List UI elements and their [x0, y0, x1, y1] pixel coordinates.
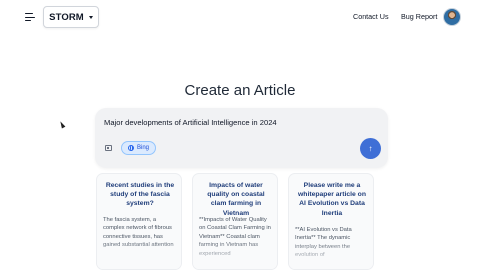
- search-source-label: Bing: [136, 145, 149, 151]
- arrow-up-icon: ↑: [368, 143, 373, 153]
- brand-dropdown[interactable]: STORM: [43, 6, 99, 28]
- card-title: Impacts of water quality on coastal clam…: [207, 182, 265, 217]
- prompt-box: Bing ↑: [95, 108, 388, 168]
- chevron-down-icon: [88, 15, 93, 19]
- avatar[interactable]: [443, 8, 461, 26]
- bug-report-link[interactable]: Bug Report: [401, 12, 437, 21]
- attach-icon[interactable]: [105, 145, 112, 151]
- card-title: Recent studies in the study of the fasci…: [105, 182, 175, 208]
- top-bar: STORM Contact Us Bug Report: [0, 0, 480, 36]
- search-source-toggle[interactable]: Bing: [121, 141, 156, 155]
- contact-us-link[interactable]: Contact Us: [353, 12, 389, 21]
- mouse-pointer-icon: [58, 120, 66, 129]
- suggestion-card-ai-evolution[interactable]: Please write me a whitepaper article on …: [288, 173, 374, 270]
- topic-input[interactable]: [104, 118, 364, 127]
- suggestion-card-fascia[interactable]: Recent studies in the study of the fasci…: [96, 173, 182, 270]
- submit-button[interactable]: ↑: [360, 138, 381, 159]
- globe-icon: [127, 145, 134, 151]
- menu-icon[interactable]: [24, 11, 36, 23]
- brand-label: STORM: [49, 11, 84, 23]
- card-title: Please write me a whitepaper article on …: [298, 182, 366, 217]
- page-title: Create an Article: [184, 82, 296, 99]
- suggestion-card-clam-farming[interactable]: Impacts of water quality on coastal clam…: [192, 173, 278, 270]
